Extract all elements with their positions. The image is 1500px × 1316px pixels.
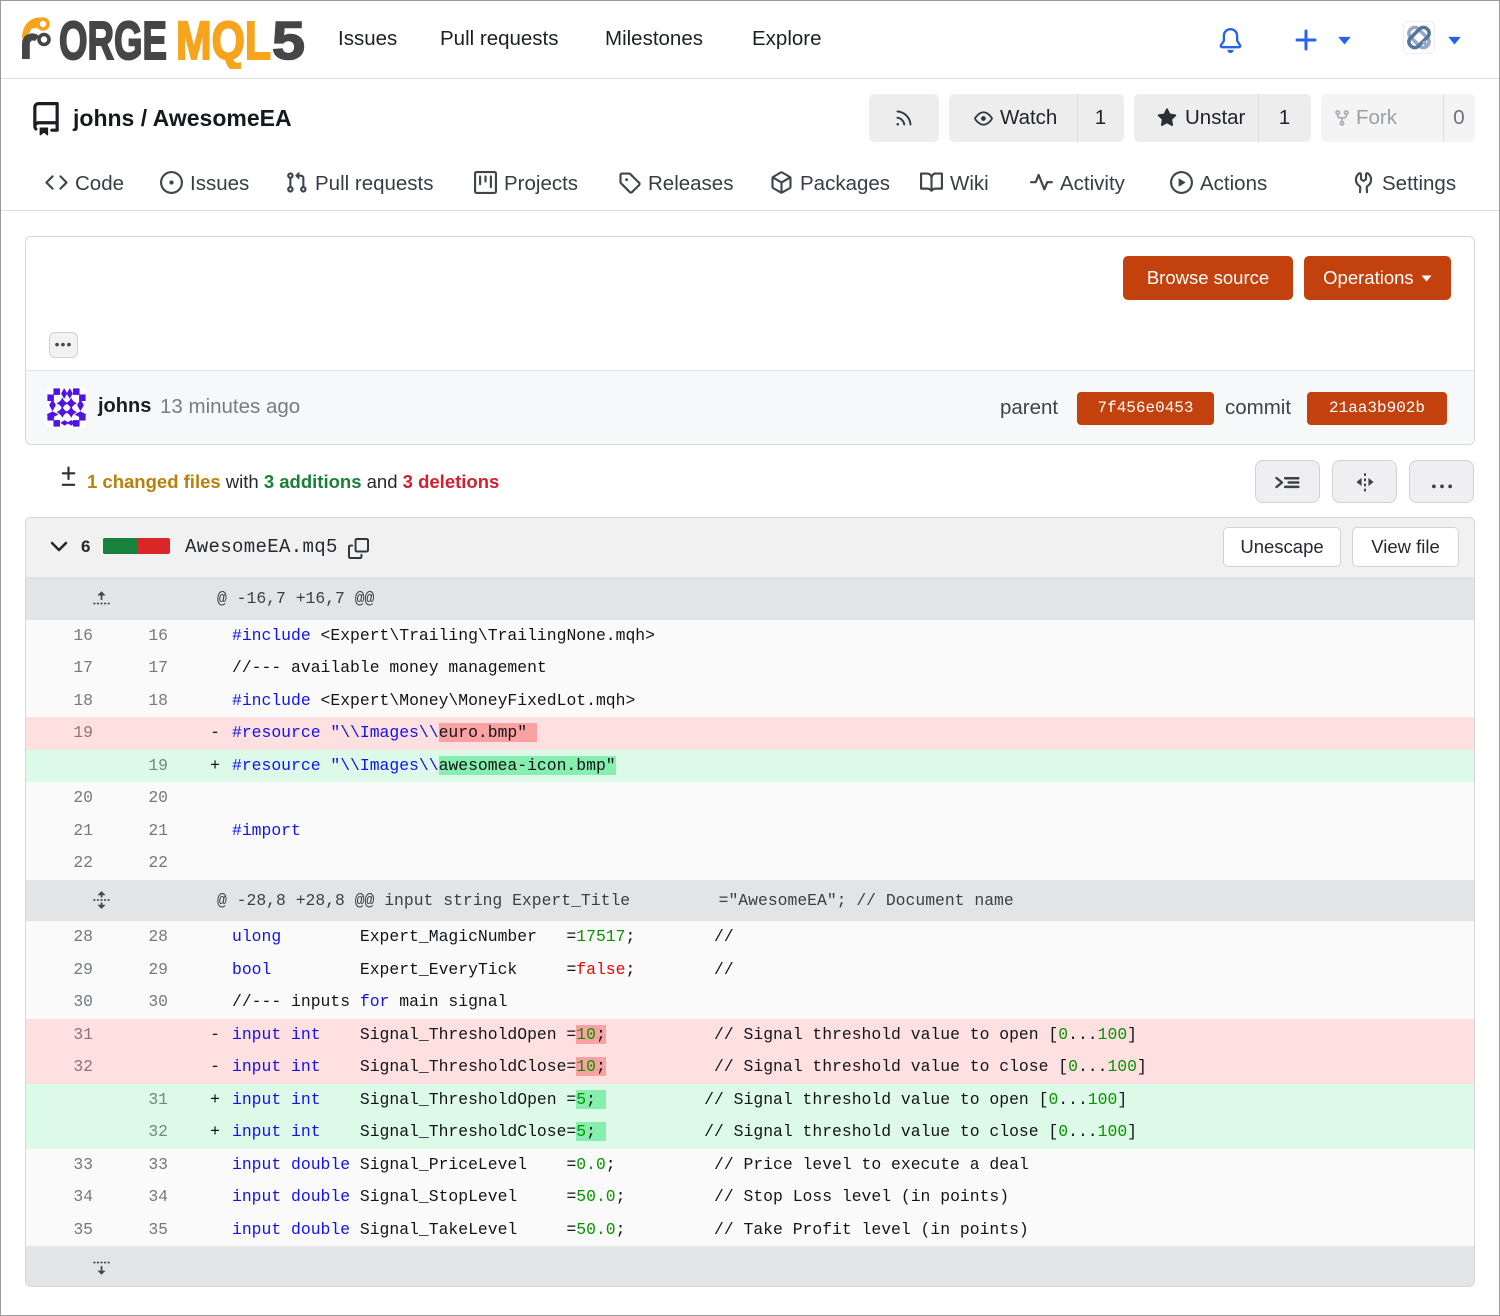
svg-text:5: 5: [272, 11, 305, 69]
svg-text:ORGE: ORGE: [59, 11, 167, 69]
svg-text:MQL: MQL: [176, 11, 271, 69]
